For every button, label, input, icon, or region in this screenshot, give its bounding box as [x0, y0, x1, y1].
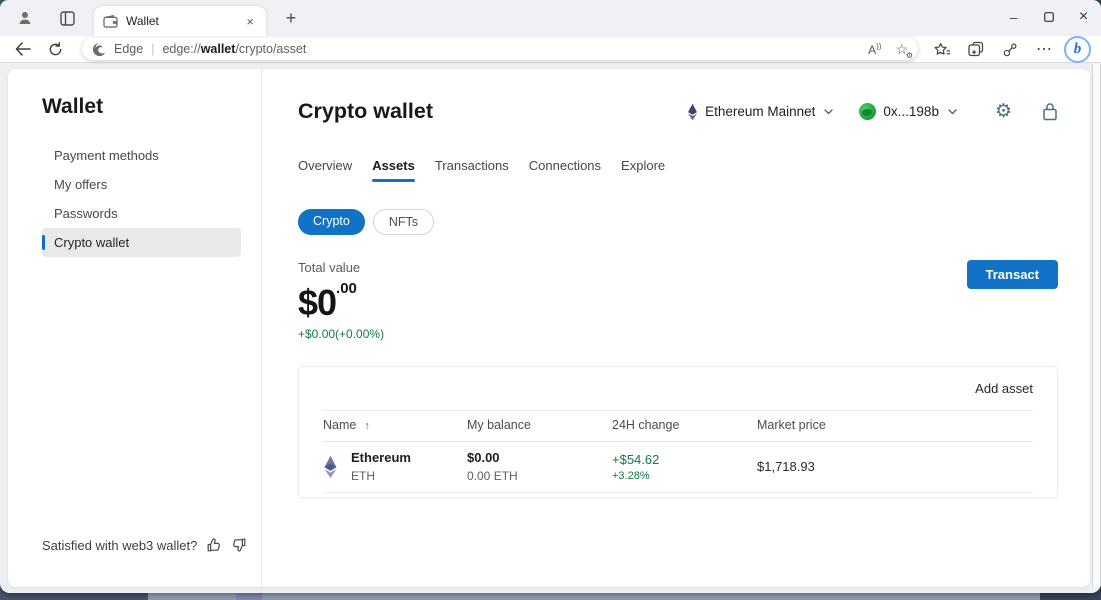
filter-crypto[interactable]: Crypto [298, 209, 365, 235]
gear-icon[interactable]: ⚙ [995, 102, 1012, 121]
asset-name: Ethereum [351, 450, 411, 465]
thumbs-up-icon[interactable] [206, 537, 222, 553]
sidebar-item-my-offers[interactable]: My offers [42, 170, 241, 199]
col-24h-change[interactable]: 24H change [612, 418, 757, 432]
collections-icon[interactable] [962, 37, 990, 61]
asset-row-ethereum[interactable]: Ethereum ETH $0.00 0.00 ETH +$54.62 +3.2… [323, 442, 1033, 493]
page-scrollbar[interactable] [1092, 64, 1101, 587]
favorites-star-gear-icon[interactable]: ☆⚙ [895, 41, 908, 58]
ethereum-icon [687, 103, 698, 121]
tab-assets[interactable]: Assets [372, 158, 415, 182]
chevron-down-icon [824, 109, 833, 115]
total-value-label: Total value [298, 260, 384, 275]
new-tab-button[interactable]: + [278, 5, 304, 31]
account-label: 0x...198b [883, 104, 939, 119]
sidebar-title: Wallet [42, 95, 261, 119]
browser-tab[interactable]: Wallet × [94, 6, 266, 36]
change-usd: +$54.62 [612, 452, 757, 467]
balance-usd: $0.00 [467, 450, 612, 465]
maximize-button[interactable] [1031, 0, 1066, 34]
wallet-page: Wallet Payment methods My offers Passwor… [0, 64, 1101, 593]
chevron-down-icon [948, 109, 957, 115]
sidebar: Wallet Payment methods My offers Passwor… [8, 69, 262, 587]
change-percent: +3.28% [612, 470, 757, 482]
profile-icon[interactable] [12, 5, 38, 31]
close-window-button[interactable]: × [1066, 0, 1101, 34]
settings-menu-icon[interactable]: ⋯ [1030, 37, 1058, 61]
sidebar-item-crypto-wallet[interactable]: Crypto wallet [42, 228, 241, 257]
total-value-amount: $0.00 [298, 280, 384, 324]
filter-nfts[interactable]: NFTs [373, 209, 434, 235]
wallet-tabs: Overview Assets Transactions Connections… [298, 158, 1058, 182]
col-name[interactable]: Name [323, 418, 356, 432]
thumbs-down-icon[interactable] [231, 537, 247, 553]
feedback-question: Satisfied with web3 wallet? [42, 538, 197, 553]
transact-button[interactable]: Transact [967, 260, 1058, 289]
market-price: $1,718.93 [757, 459, 1033, 474]
title-bar: Wallet × + – × [0, 0, 1101, 36]
assets-section: Add asset Name ↑ My balance 24H change Ma… [298, 366, 1058, 498]
tab-overview[interactable]: Overview [298, 158, 352, 182]
tab-actions-icon[interactable] [54, 5, 80, 31]
address-bar[interactable]: Edge | edge://wallet/crypto/asset A)) ☆⚙ [82, 38, 918, 60]
sidebar-item-passwords[interactable]: Passwords [42, 199, 241, 228]
assets-table-header: Name ↑ My balance 24H change Market price [323, 410, 1033, 442]
tab-transactions[interactable]: Transactions [435, 158, 509, 182]
sort-up-icon: ↑ [364, 420, 370, 432]
close-tab-icon[interactable]: × [243, 14, 257, 29]
lock-icon[interactable] [1042, 102, 1058, 121]
window-controls: – × [996, 0, 1101, 34]
balance-token: 0.00 ETH [467, 469, 612, 483]
site-name: Edge [114, 42, 143, 56]
col-market-price[interactable]: Market price [757, 418, 1033, 432]
col-my-balance[interactable]: My balance [467, 418, 612, 432]
browser-window: Wallet × + – × Edge | edge://wallet/cryp… [0, 0, 1101, 593]
total-value-change: +$0.00(+0.00%) [298, 327, 384, 341]
wallet-favicon-icon [103, 15, 118, 28]
wallet-card: Wallet Payment methods My offers Passwor… [8, 69, 1090, 587]
favorites-icon[interactable] [928, 37, 956, 61]
network-label: Ethereum Mainnet [705, 104, 815, 119]
add-asset-link[interactable]: Add asset [975, 381, 1033, 396]
url-text: edge://wallet/crypto/asset [162, 42, 306, 56]
page-title: Crypto wallet [298, 99, 433, 124]
key-icon[interactable] [996, 37, 1024, 61]
minimize-button[interactable]: – [996, 0, 1031, 34]
account-selector[interactable]: 0x...198b [859, 103, 957, 120]
back-icon[interactable] [10, 37, 36, 61]
asset-symbol: ETH [351, 469, 411, 483]
tab-connections[interactable]: Connections [529, 158, 601, 182]
sidebar-item-payment-methods[interactable]: Payment methods [42, 141, 241, 170]
ethereum-icon [323, 455, 338, 479]
tab-title: Wallet [126, 14, 243, 28]
navigation-toolbar: Edge | edge://wallet/crypto/asset A)) ☆⚙… [0, 36, 1101, 63]
network-selector[interactable]: Ethereum Mainnet [687, 103, 833, 121]
url-divider: | [151, 42, 154, 56]
read-aloud-icon[interactable]: A)) [868, 42, 881, 57]
account-avatar [859, 103, 876, 120]
tab-explore[interactable]: Explore [621, 158, 665, 182]
refresh-icon[interactable] [42, 37, 68, 61]
bing-chat-icon[interactable]: b [1064, 36, 1091, 63]
main-content: Crypto wallet Ethereum Mainnet [262, 69, 1090, 587]
edge-logo-icon [92, 42, 107, 57]
